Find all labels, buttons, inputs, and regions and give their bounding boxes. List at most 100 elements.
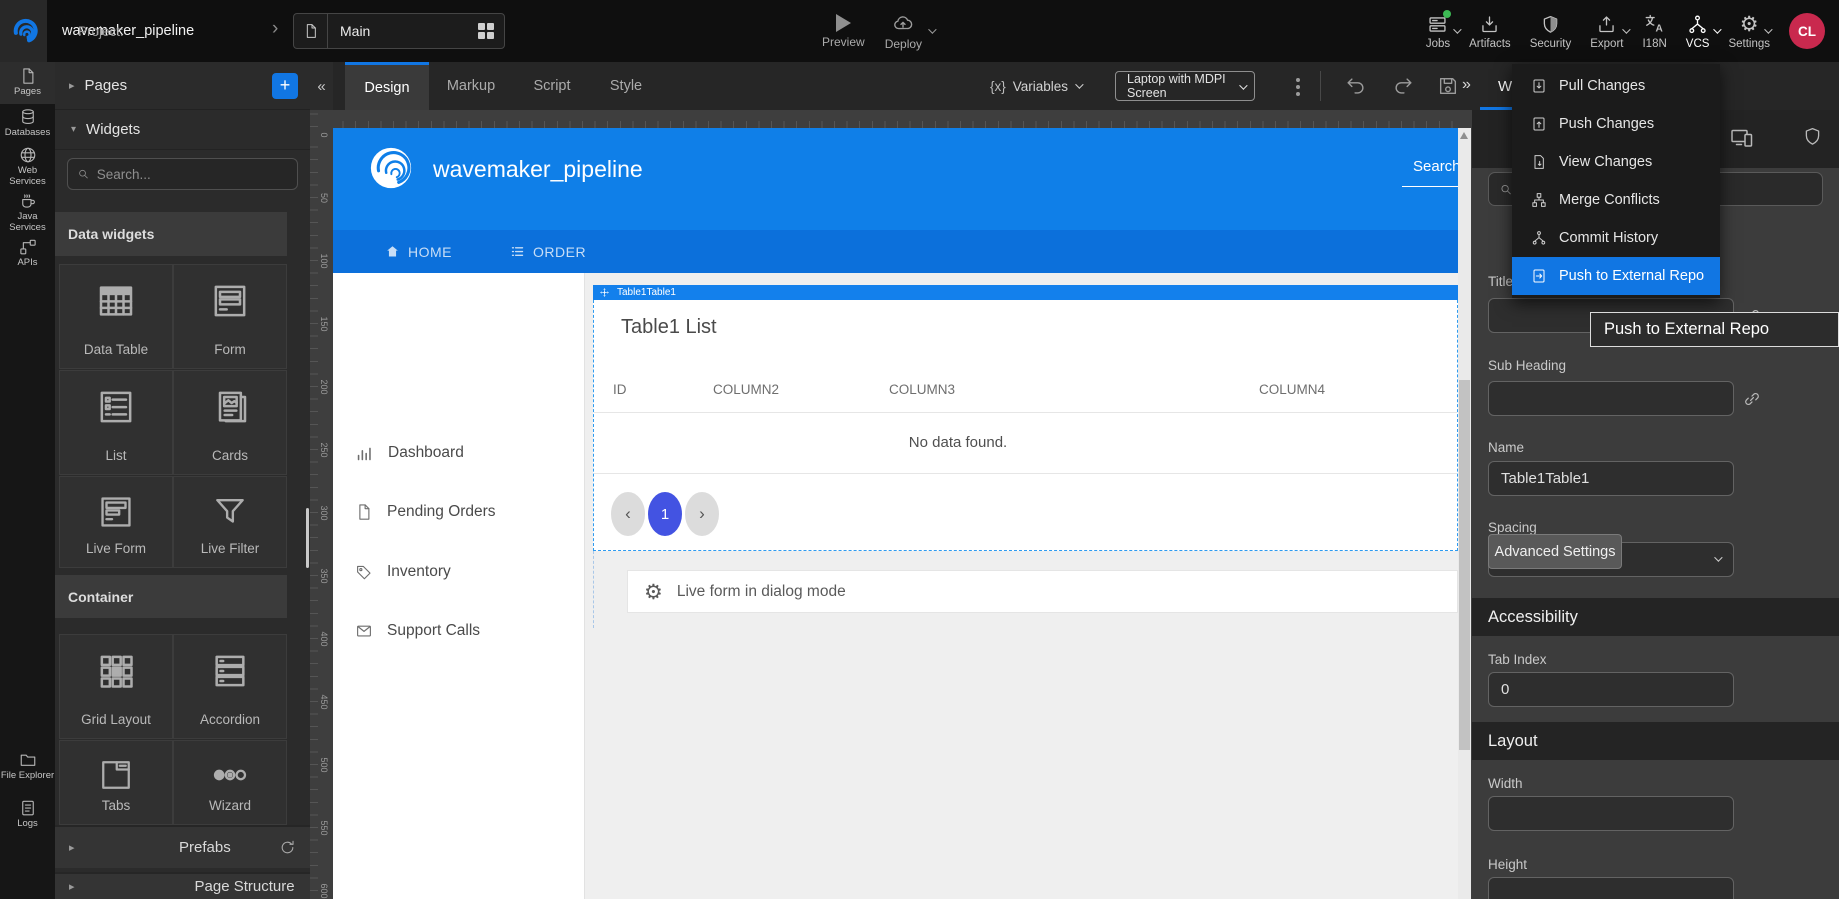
- vcs-menu-item-merge-conflicts[interactable]: Merge Conflicts: [1512, 181, 1720, 219]
- tab-markup[interactable]: Markup: [429, 62, 513, 110]
- width-field[interactable]: [1488, 796, 1734, 831]
- pagination-prev-button[interactable]: ‹: [611, 492, 645, 536]
- bind-link-icon[interactable]: [1742, 389, 1762, 409]
- scroll-up-icon[interactable]: [1460, 132, 1468, 139]
- variables-caret-icon: [1075, 80, 1083, 88]
- panel-scrollbar[interactable]: [306, 508, 309, 568]
- live-form-widget[interactable]: ⚙ Live form in dialog mode: [627, 570, 1458, 613]
- widget-tile-list[interactable]: List: [60, 371, 172, 474]
- export-button[interactable]: Export: [1590, 12, 1623, 50]
- vcs-menu-item-commit-history[interactable]: Commit History: [1512, 219, 1720, 257]
- widget-tile-cards[interactable]: Cards: [174, 371, 286, 474]
- tab-widget-properties[interactable]: W: [1498, 62, 1512, 110]
- expand-panel-button[interactable]: »: [1462, 76, 1471, 94]
- widget-tile-live-form[interactable]: Live Form: [60, 477, 172, 567]
- table-column-header[interactable]: ID: [613, 382, 627, 397]
- widget-search-input[interactable]: [97, 167, 288, 182]
- table-widget[interactable]: Table1 List ID COLUMN2 COLUMN3 COLUMN4 N…: [593, 300, 1458, 551]
- deploy-caret-icon: [928, 25, 936, 33]
- height-field[interactable]: [1488, 877, 1734, 899]
- sidebar-item-pages[interactable]: Pages: [0, 62, 55, 104]
- ruler-mark: 250: [313, 442, 329, 458]
- jobs-button[interactable]: Jobs: [1426, 12, 1450, 50]
- app-search-link[interactable]: Search: [1413, 158, 1458, 175]
- page-tab-main[interactable]: Main: [293, 13, 505, 49]
- deploy-cloud-icon: [892, 12, 914, 34]
- app-nav-order[interactable]: ORDER: [510, 244, 586, 260]
- page-structure-section[interactable]: ▸ Page Structure: [55, 872, 310, 899]
- list-icon: [96, 387, 136, 427]
- pagination-page-button[interactable]: 1: [648, 492, 682, 536]
- user-avatar[interactable]: CL: [1789, 13, 1825, 49]
- widget-tile-wizard[interactable]: Wizard: [174, 741, 286, 824]
- table-column-header[interactable]: COLUMN2: [713, 382, 779, 397]
- variables-button[interactable]: {x} Variables: [990, 62, 1081, 110]
- pagination-next-button[interactable]: ›: [685, 492, 719, 536]
- app-nav-pending-orders[interactable]: Pending Orders: [333, 495, 585, 529]
- i18n-button[interactable]: A I18N: [1642, 12, 1666, 50]
- widget-tile-grid-layout[interactable]: Grid Layout: [60, 635, 172, 738]
- artifacts-button[interactable]: Artifacts: [1469, 12, 1511, 50]
- deploy-button[interactable]: Deploy: [885, 0, 922, 62]
- sidebar-item-file-explorer[interactable]: File Explorer: [0, 747, 55, 795]
- sidebar-item-web-services[interactable]: Web Services: [0, 142, 55, 188]
- widgets-section-header[interactable]: ▾ Widgets: [55, 110, 310, 150]
- shield-icon[interactable]: [1802, 126, 1823, 147]
- widget-tile-accordion[interactable]: Accordion: [174, 635, 286, 738]
- tab-design[interactable]: Design: [345, 62, 429, 110]
- app-nav-inventory[interactable]: Inventory: [333, 555, 585, 589]
- more-options-icon[interactable]: [1294, 75, 1302, 99]
- subheading-field[interactable]: [1488, 381, 1734, 416]
- security-button[interactable]: Security: [1530, 12, 1572, 50]
- pages-panel: ▸ Pages + ▾ Widgets Data widgets Data Ta…: [55, 62, 310, 899]
- vcs-menu-item-push-changes[interactable]: Push Changes: [1512, 105, 1720, 143]
- refresh-icon[interactable]: [279, 839, 296, 856]
- add-page-button[interactable]: +: [272, 73, 298, 99]
- svg-text:A: A: [1655, 23, 1663, 34]
- prefabs-section[interactable]: ▸ Prefabs: [55, 825, 310, 868]
- wavemaker-logo[interactable]: [0, 0, 47, 62]
- app-nav-support-calls[interactable]: Support Calls: [333, 614, 585, 648]
- device-selector[interactable]: Laptop with MDPI Screen: [1115, 71, 1255, 101]
- section-accessibility[interactable]: Accessibility: [1472, 598, 1839, 636]
- widget-tile-live-filter[interactable]: Live Filter: [174, 477, 286, 567]
- height-field-label: Height: [1488, 857, 1527, 872]
- sidebar-item-databases[interactable]: Databases: [0, 104, 55, 142]
- app-nav-dashboard[interactable]: Dashboard: [333, 436, 585, 470]
- redo-icon[interactable]: [1392, 75, 1414, 97]
- sidebar-item-logs[interactable]: Logs: [0, 795, 55, 835]
- vcs-menu-item-view-changes[interactable]: View Changes: [1512, 143, 1720, 181]
- sidebar-item-apis[interactable]: APIs: [0, 234, 55, 270]
- widget-tile-data-table[interactable]: Data Table: [60, 265, 172, 368]
- section-layout[interactable]: Layout: [1472, 722, 1839, 760]
- tab-index-field[interactable]: [1488, 672, 1734, 707]
- vcs-button[interactable]: VCS: [1686, 12, 1710, 50]
- device-preview-icon[interactable]: [1730, 126, 1754, 150]
- vcs-menu-item-push-to-external-repo[interactable]: Push to External Repo: [1512, 257, 1720, 295]
- pages-grid-icon[interactable]: [478, 23, 494, 39]
- widget-tile-form[interactable]: Form: [174, 265, 286, 368]
- spacing-field-label: Spacing: [1488, 520, 1537, 535]
- tooltip: Push to External Repo: [1590, 312, 1839, 347]
- tab-style[interactable]: Style: [591, 62, 661, 110]
- widget-tile-tabs[interactable]: Tabs: [60, 741, 172, 824]
- scrollbar-thumb[interactable]: [1459, 380, 1470, 750]
- settings-button[interactable]: ⚙ Settings: [1728, 12, 1770, 50]
- save-icon[interactable]: [1437, 75, 1459, 97]
- name-field[interactable]: [1488, 461, 1734, 496]
- table-title: Table1 List: [621, 316, 717, 339]
- table-column-header[interactable]: COLUMN4: [1259, 382, 1325, 397]
- tab-script[interactable]: Script: [513, 62, 591, 110]
- canvas-scrollbar[interactable]: [1458, 128, 1471, 899]
- app-nav-home[interactable]: HOME: [385, 244, 452, 260]
- vcs-menu-item-pull-changes[interactable]: Pull Changes: [1512, 67, 1720, 105]
- sidebar-item-java-services[interactable]: Java Services: [0, 188, 55, 234]
- preview-button[interactable]: Preview: [822, 0, 865, 62]
- collapse-panel-button[interactable]: «: [310, 62, 333, 110]
- pages-panel-header[interactable]: ▸ Pages +: [55, 62, 310, 110]
- activity-bar: Pages Databases Web Services Java Servic…: [0, 62, 55, 899]
- undo-icon[interactable]: [1345, 75, 1367, 97]
- advanced-settings-button[interactable]: Advanced Settings: [1488, 534, 1622, 569]
- widget-selection-bar[interactable]: Table1Table1: [593, 285, 1458, 300]
- table-column-header[interactable]: COLUMN3: [889, 382, 955, 397]
